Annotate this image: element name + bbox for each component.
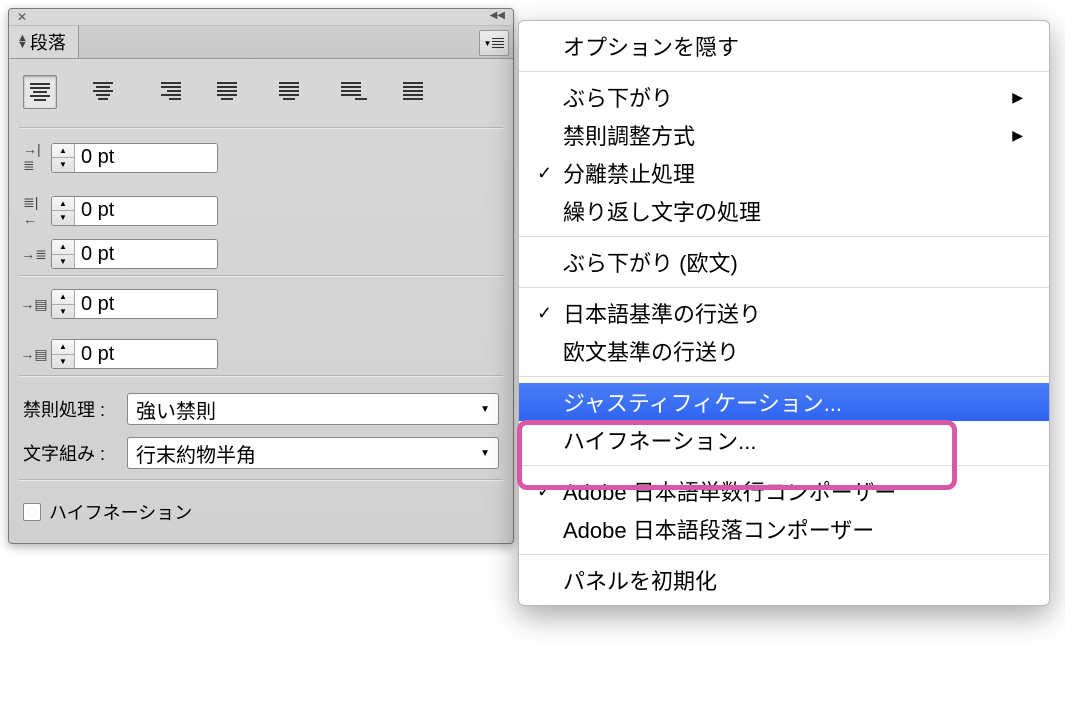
panel-titlebar[interactable]: ✕ ◀◀ [9, 9, 513, 26]
space-after-icon: →▤ [23, 346, 45, 363]
menu-hide-options[interactable]: オプションを隠す [519, 27, 1049, 65]
space-after-stepper[interactable]: ▲▼ [51, 339, 218, 369]
justify-left-button[interactable] [211, 75, 243, 107]
close-icon[interactable]: ✕ [17, 10, 27, 24]
menu-kinsoku-type[interactable]: 禁則調整方式▶ [519, 116, 1049, 154]
first-line-stepper[interactable]: ▲▼ [51, 239, 218, 269]
check-icon: ✓ [537, 303, 563, 324]
chevron-down-icon: ▼ [480, 448, 490, 459]
menu-burasagari-roman[interactable]: ぶら下がり (欧文) [519, 243, 1049, 281]
menu-repeat-char[interactable]: 繰り返し文字の処理 [519, 192, 1049, 230]
indent-row: →|≣ ▲▼ ≣|← ▲▼ [19, 139, 503, 229]
flyout-menu-button[interactable]: ▼ [479, 30, 509, 56]
check-icon: ✓ [537, 481, 563, 502]
mojikumi-value: 行末約物半角 [136, 439, 256, 468]
panel-body: →|≣ ▲▼ ≣|← ▲▼ →≣ ▲▼ [9, 59, 513, 543]
alignment-row [19, 69, 503, 123]
mojikumi-row: 文字組み : 行末約物半角 ▼ [19, 431, 503, 475]
step-down[interactable]: ▼ [52, 255, 74, 269]
check-icon: ✓ [537, 163, 563, 184]
chevron-down-icon: ▼ [484, 39, 492, 48]
hyphenation-checkbox[interactable] [23, 503, 41, 521]
step-down[interactable]: ▼ [52, 211, 74, 225]
align-center-button[interactable] [87, 75, 119, 107]
collapse-icon[interactable]: ◀◀ [490, 10, 505, 21]
hyphenation-row[interactable]: ハイフネーション [19, 491, 503, 529]
step-down[interactable]: ▼ [52, 305, 74, 319]
indent-left-input[interactable] [75, 144, 217, 172]
paragraph-panel: ✕ ◀◀ ▲▼ 段落 ▼ [8, 8, 514, 544]
align-right-button[interactable] [149, 75, 181, 107]
chevron-right-icon: ▶ [1012, 127, 1023, 144]
menu-jp-leading[interactable]: ✓日本語基準の行送り [519, 294, 1049, 332]
menu-burasagari[interactable]: ぶら下がり▶ [519, 78, 1049, 116]
space-row: →▤ ▲▼ →▤ ▲▼ [19, 287, 503, 371]
menu-roman-leading[interactable]: 欧文基準の行送り [519, 332, 1049, 370]
kinsoku-dropdown[interactable]: 強い禁則 ▼ [127, 393, 499, 425]
menu-bunri-kinshi[interactable]: ✓分離禁止処理 [519, 154, 1049, 192]
step-up[interactable]: ▲ [52, 240, 74, 255]
flyout-menu: オプションを隠す ぶら下がり▶ 禁則調整方式▶ ✓分離禁止処理 繰り返し文字の処… [518, 20, 1050, 606]
indent-right-input[interactable] [75, 197, 217, 225]
indent-right-icon: ≣|← [23, 194, 45, 227]
step-up[interactable]: ▲ [52, 290, 74, 305]
align-left-button[interactable] [23, 75, 57, 109]
menu-justification[interactable]: ジャスティフィケーション... [519, 383, 1049, 421]
expand-icon: ▲▼ [17, 35, 28, 49]
step-up[interactable]: ▲ [52, 144, 74, 159]
chevron-down-icon: ▼ [480, 404, 490, 415]
firstline-row: →≣ ▲▼ [19, 237, 503, 271]
indent-left-stepper[interactable]: ▲▼ [51, 143, 218, 173]
space-before-icon: →▤ [23, 296, 45, 313]
hyphenation-label: ハイフネーション [49, 499, 192, 525]
menu-composer-para[interactable]: Adobe 日本語段落コンポーザー [519, 510, 1049, 548]
step-up[interactable]: ▲ [52, 197, 74, 212]
indent-right-stepper[interactable]: ▲▼ [51, 196, 218, 226]
menu-lines-icon [492, 38, 504, 49]
space-before-input[interactable] [75, 290, 217, 318]
justify-center-button[interactable] [273, 75, 305, 107]
step-down[interactable]: ▼ [52, 158, 74, 172]
step-up[interactable]: ▲ [52, 340, 74, 355]
mojikumi-dropdown[interactable]: 行末約物半角 ▼ [127, 437, 499, 469]
menu-composer-single[interactable]: ✓Adobe 日本語単数行コンポーザー [519, 472, 1049, 510]
mojikumi-label: 文字組み : [23, 440, 119, 466]
space-after-input[interactable] [75, 340, 217, 368]
kinsoku-label: 禁則処理 : [23, 396, 119, 422]
step-down[interactable]: ▼ [52, 355, 74, 369]
tab-label: 段落 [30, 29, 66, 55]
indent-left-icon: →|≣ [23, 141, 45, 174]
tab-paragraph[interactable]: ▲▼ 段落 [9, 26, 79, 58]
kinsoku-value: 強い禁則 [136, 395, 216, 424]
panel-tab-strip: ▲▼ 段落 ▼ [9, 26, 513, 59]
chevron-right-icon: ▶ [1012, 89, 1023, 106]
space-before-stepper[interactable]: ▲▼ [51, 289, 218, 319]
first-line-input[interactable] [75, 240, 217, 268]
justify-right-button[interactable] [335, 75, 367, 107]
menu-reset-panel[interactable]: パネルを初期化 [519, 561, 1049, 599]
kinsoku-row: 禁則処理 : 強い禁則 ▼ [19, 387, 503, 431]
justify-all-button[interactable] [397, 75, 429, 107]
menu-hyphenation[interactable]: ハイフネーション... [519, 421, 1049, 459]
first-line-indent-icon: →≣ [23, 246, 45, 263]
